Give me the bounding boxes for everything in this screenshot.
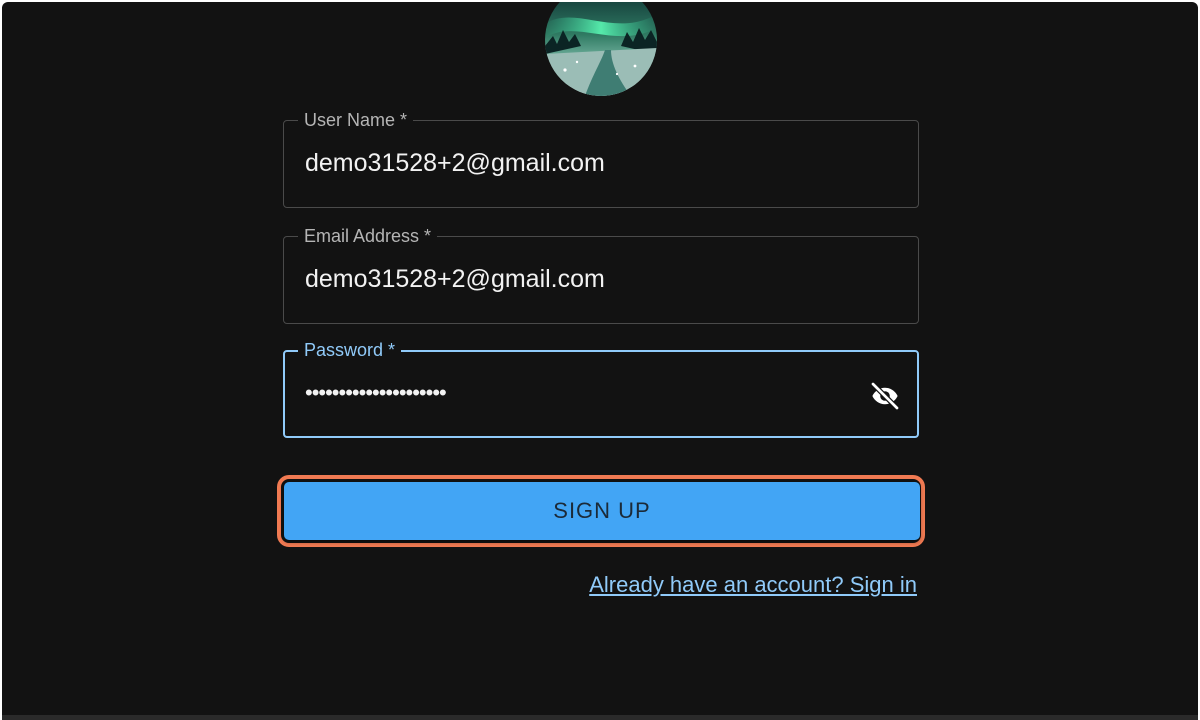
toggle-password-visibility-button[interactable]	[867, 378, 903, 414]
avatar	[545, 2, 657, 96]
signin-link[interactable]: Already have an account? Sign in	[589, 572, 917, 598]
email-label: Email Address *	[298, 225, 438, 247]
password-field[interactable]: Password * •••••••••••••••••••••	[283, 339, 919, 438]
password-input[interactable]: •••••••••••••••••••••	[305, 378, 447, 408]
eye-off-icon	[870, 381, 900, 411]
email-input[interactable]: demo31528+2@gmail.com	[305, 264, 605, 294]
bottom-edge	[2, 715, 1198, 720]
email-field[interactable]: Email Address * demo31528+2@gmail.com	[283, 225, 919, 324]
signup-button[interactable]: SIGN UP	[284, 482, 920, 540]
username-label: User Name *	[298, 109, 414, 131]
app-window: User Name * demo31528+2@gmail.com Email …	[2, 2, 1198, 720]
password-label: Password *	[298, 339, 402, 361]
username-input[interactable]: demo31528+2@gmail.com	[305, 148, 605, 178]
username-field[interactable]: User Name * demo31528+2@gmail.com	[283, 109, 919, 208]
